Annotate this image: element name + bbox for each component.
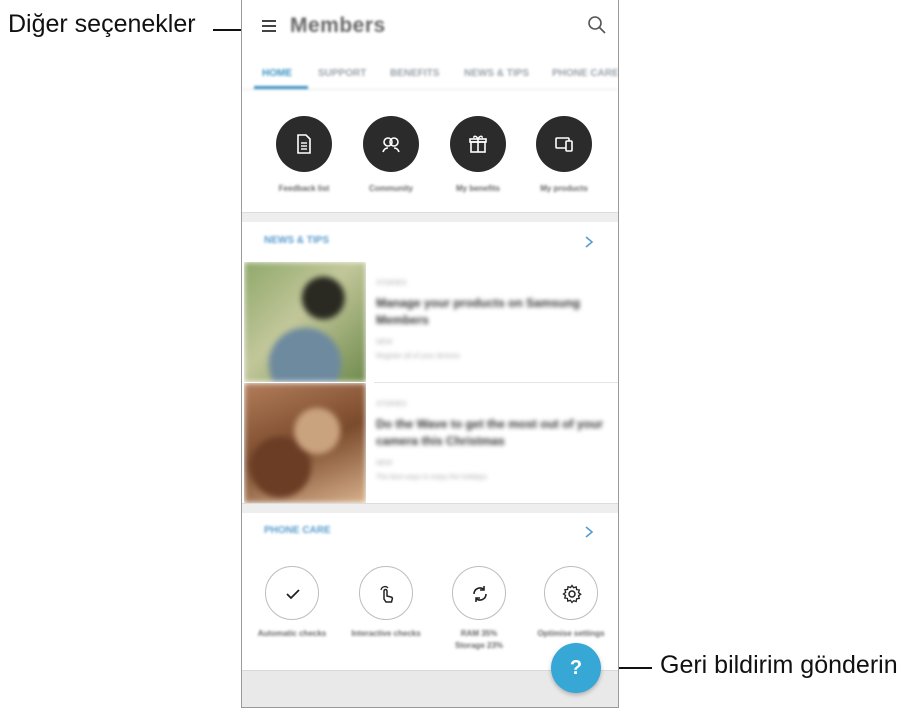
phone-care-header[interactable]: PHONE CARE (242, 513, 618, 551)
callout-send-feedback: Geri bildirim gönderin (660, 651, 898, 679)
app-header: Members (242, 0, 618, 52)
section-title: PHONE CARE (264, 525, 331, 536)
refresh-icon (452, 566, 506, 620)
chevron-right-icon (585, 236, 594, 248)
feedback-fab-button[interactable]: ? (551, 643, 601, 693)
callout-more-options: Diğer seçenekler (8, 10, 196, 38)
news-text: STORIES Do the Wave to get the most out … (376, 383, 612, 484)
news-title: Do the Wave to get the most out of your … (376, 417, 603, 448)
news-meta: NEW (376, 339, 393, 346)
app-title: Members (290, 14, 386, 37)
quick-action-label: My products (540, 184, 588, 193)
news-meta: NEW (376, 460, 393, 467)
section-title: NEWS & TIPS (264, 235, 330, 246)
news-meta: Register all of your devices (376, 353, 461, 360)
news-meta: The best ways to enjoy the holidays (376, 474, 487, 481)
section-divider (242, 503, 618, 513)
section-divider (242, 212, 618, 222)
care-label: Automatic checks (257, 629, 327, 638)
phone-screen: Members HOME SUPPORT BENEFITS NEWS & TIP… (241, 0, 619, 708)
quick-action-my-benefits[interactable]: My benefits (433, 116, 523, 193)
quick-action-label: Community (369, 184, 413, 193)
news-thumbnail (244, 383, 366, 503)
community-icon (363, 116, 419, 172)
search-icon[interactable] (586, 14, 608, 36)
settings-icon (544, 566, 598, 620)
care-label: Interactive checks (351, 629, 421, 638)
tab-phone-care[interactable]: PHONE CARE (552, 68, 618, 79)
tab-support[interactable]: SUPPORT (318, 68, 366, 79)
news-kicker: STORIES (376, 280, 407, 287)
tab-news-tips[interactable]: NEWS & TIPS (464, 68, 529, 79)
active-tab-indicator (254, 86, 308, 89)
quick-action-feedback-list[interactable]: Feedback list (259, 116, 349, 193)
news-thumbnail (244, 262, 366, 382)
care-optimise-settings[interactable]: Optimise settings (525, 566, 617, 640)
quick-action-community[interactable]: Community (346, 116, 436, 193)
care-automatic-checks[interactable]: Automatic checks (246, 566, 338, 640)
quick-actions: Feedback list Community My benefits My p… (242, 90, 618, 212)
gift-icon (450, 116, 506, 172)
tab-home[interactable]: HOME (262, 68, 292, 79)
care-label: Optimise settings (537, 629, 605, 638)
care-interactive-checks[interactable]: Interactive checks (340, 566, 432, 640)
touch-icon (359, 566, 413, 620)
care-label-secondary: Storage 23% (454, 641, 504, 650)
quick-action-label: My benefits (455, 184, 500, 193)
news-item[interactable]: STORIES Do the Wave to get the most out … (244, 383, 618, 503)
quick-action-my-products[interactable]: My products (519, 116, 609, 193)
devices-icon (536, 116, 592, 172)
quick-action-label: Feedback list (278, 184, 330, 193)
care-memory-storage[interactable]: RAM 35% Storage 23% (433, 566, 525, 652)
news-kicker: STORIES (376, 401, 407, 408)
news-item[interactable]: STORIES Manage your products on Samsung … (244, 262, 618, 382)
chevron-right-icon (585, 526, 594, 538)
news-text: STORIES Manage your products on Samsung … (376, 262, 612, 363)
news-tips-header[interactable]: NEWS & TIPS (242, 223, 618, 261)
news-title: Manage your products on Samsung Members (376, 296, 581, 327)
tab-bar: HOME SUPPORT BENEFITS NEWS & TIPS PHONE … (242, 60, 618, 90)
check-icon (265, 566, 319, 620)
care-label: RAM 35% (460, 629, 498, 638)
tab-benefits[interactable]: BENEFITS (390, 68, 439, 79)
document-icon (276, 116, 332, 172)
menu-icon[interactable] (262, 19, 276, 33)
